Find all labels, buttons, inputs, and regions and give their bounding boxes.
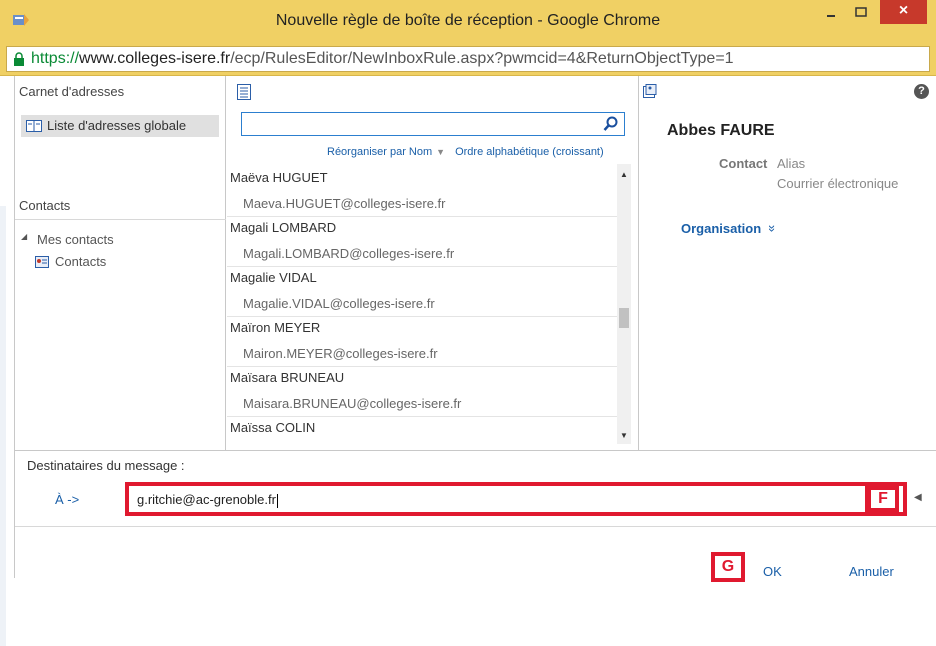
contact-details-pane: ? Abbes FAURE Contact Alias Courrier éle… — [638, 76, 936, 450]
contact-email[interactable]: Mairon.MEYER@colleges-isere.fr — [243, 346, 438, 361]
url-host: www.colleges-isere.fr — [79, 50, 231, 67]
address-book-title: Carnet d'adresses — [19, 84, 125, 99]
contacts-folder-item[interactable]: Contacts — [35, 254, 195, 272]
footer-divider — [15, 526, 936, 527]
to-button[interactable]: À -> — [55, 492, 79, 507]
annotation-badge-f: F — [867, 486, 899, 512]
row-divider — [227, 366, 617, 367]
scroll-up-icon[interactable]: ▲ — [620, 170, 628, 179]
search-icon[interactable] — [603, 116, 619, 132]
row-divider — [227, 216, 617, 217]
text-caret — [276, 493, 278, 508]
lock-icon — [14, 52, 24, 66]
sort-order-link[interactable]: Ordre alphabétique (croissant) — [455, 146, 604, 158]
pane-divider — [15, 219, 226, 220]
row-divider — [227, 316, 617, 317]
sort-dropdown-arrow-icon[interactable]: ▼ — [436, 147, 445, 157]
maximize-button[interactable] — [850, 6, 872, 20]
row-divider — [227, 416, 617, 417]
contact-name[interactable]: Maïsara BRUNEAU — [230, 370, 344, 385]
recipients-input[interactable]: g.ritchie@ac-grenoble.fr — [125, 482, 907, 516]
search-input[interactable] — [241, 112, 625, 136]
list-view-icon — [237, 84, 251, 100]
address-book-icon — [26, 120, 42, 132]
gutter-shade — [0, 206, 6, 646]
url-scheme: https:// — [31, 50, 80, 67]
contact-email[interactable]: Magalie.VIDAL@colleges-isere.fr — [243, 296, 435, 311]
row-divider — [227, 266, 617, 267]
contact-section-label: Contact — [719, 156, 768, 171]
address-bar: https://www.colleges-isere.fr/ecp/RulesE… — [0, 44, 936, 76]
cancel-button[interactable]: Annuler — [849, 564, 894, 579]
scroll-down-icon[interactable]: ▼ — [620, 431, 628, 440]
contact-card-icon — [35, 256, 49, 268]
url-path: /ecp/RulesEditor/NewInboxRule.aspx?pwmci… — [230, 50, 734, 67]
contact-email[interactable]: Maeva.HUGUET@colleges-isere.fr — [243, 196, 445, 211]
tree-expand-icon[interactable]: ◢ — [21, 232, 27, 241]
scroll-thumb[interactable] — [619, 308, 629, 328]
global-address-list-label: Liste d'adresses globale — [47, 118, 187, 133]
contacts-title: Contacts — [19, 198, 71, 213]
contact-list-scrollbar[interactable]: ▲ ▼ — [617, 164, 631, 444]
contacts-folder-label: Contacts — [55, 254, 107, 269]
alias-label: Alias — [777, 156, 806, 171]
selected-contact-name: Abbes FAURE — [667, 122, 775, 139]
url-field[interactable]: https://www.colleges-isere.fr/ecp/RulesE… — [6, 46, 930, 72]
ok-button[interactable]: OK — [763, 564, 782, 579]
chevron-down-icon: » — [765, 224, 781, 233]
address-book-pane: Carnet d'adresses Liste d'adresses globa… — [15, 76, 226, 450]
close-button[interactable]: × — [880, 0, 927, 24]
dialog-content: Carnet d'adresses Liste d'adresses globa… — [14, 76, 936, 582]
minimize-button[interactable] — [820, 6, 842, 20]
contact-name[interactable]: Magali LOMBARD — [230, 220, 336, 235]
organisation-label: Organisation — [681, 221, 762, 236]
contact-name[interactable]: Maïssa COLIN — [230, 420, 315, 435]
contact-list: Maëva HUGUET Maeva.HUGUET@colleges-isere… — [227, 164, 617, 444]
url-text: https://www.colleges-isere.fr/ecp/RulesE… — [31, 50, 734, 68]
contact-name[interactable]: Maëva HUGUET — [230, 170, 328, 185]
expand-arrow-icon[interactable]: ◀ — [914, 492, 922, 503]
left-gutter — [0, 76, 14, 646]
recipients-value: g.ritchie@ac-grenoble.fr — [137, 492, 278, 508]
sort-by-dropdown[interactable]: Réorganiser par Nom — [327, 146, 432, 158]
contact-card-icon — [643, 84, 657, 98]
help-icon[interactable]: ? — [914, 84, 929, 99]
contact-name[interactable]: Maïron MEYER — [230, 320, 320, 335]
global-address-list-item[interactable]: Liste d'adresses globale — [21, 115, 219, 137]
title-bar: Nouvelle règle de boîte de réception - G… — [0, 0, 936, 44]
organisation-toggle[interactable]: Organisation» — [681, 221, 780, 236]
my-contacts-item[interactable]: Mes contacts — [37, 232, 114, 247]
contact-email[interactable]: Maisara.BRUNEAU@colleges-isere.fr — [243, 396, 461, 411]
contact-email[interactable]: Magali.LOMBARD@colleges-isere.fr — [243, 246, 454, 261]
recipients-value-text: g.ritchie@ac-grenoble.fr — [137, 492, 276, 507]
contact-list-pane: Réorganiser par Nom ▼ Ordre alphabétique (… — [227, 76, 631, 450]
sort-bar: Réorganiser par Nom ▼ Ordre alphabétique (… — [327, 146, 604, 158]
recipients-label: Destinataires du message : — [27, 458, 185, 473]
section-divider — [15, 450, 936, 451]
email-label: Courrier électronique — [777, 176, 899, 191]
window-title: Nouvelle règle de boîte de réception - G… — [275, 12, 661, 29]
contact-name[interactable]: Magalie VIDAL — [230, 270, 317, 285]
